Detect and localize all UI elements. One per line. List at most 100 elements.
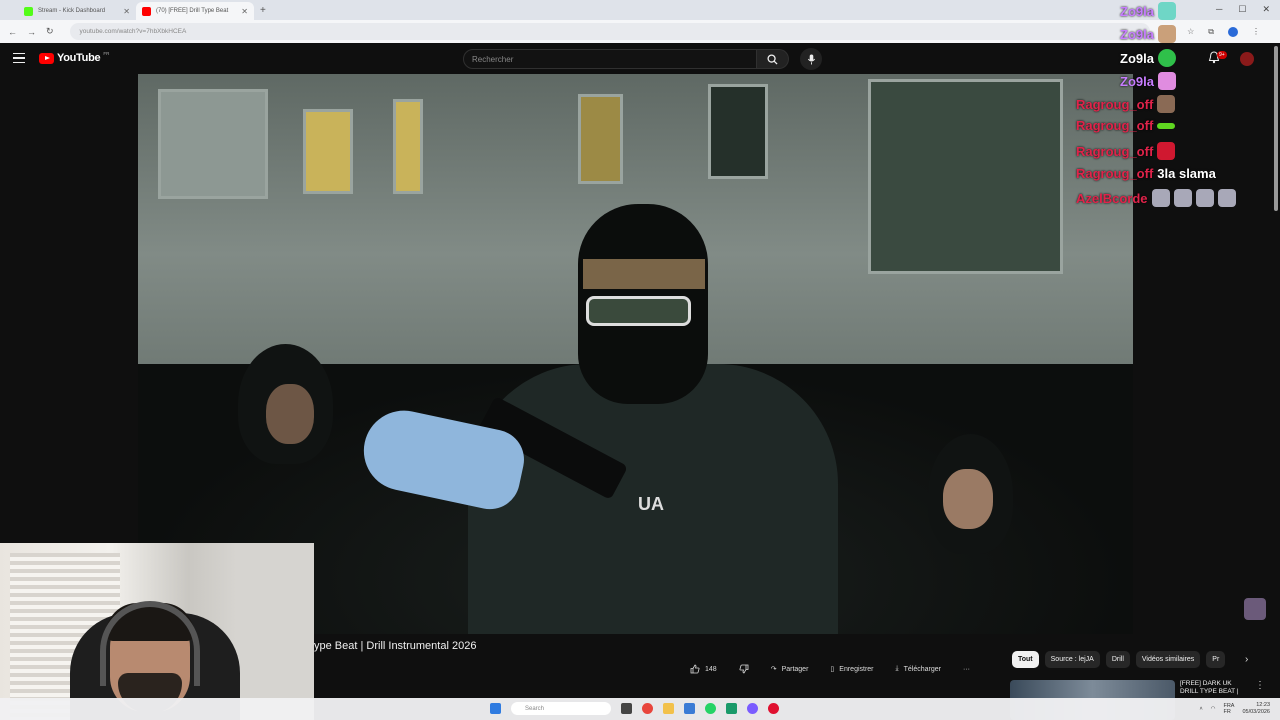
- chat-message: AzelBcorde: [1076, 189, 1236, 207]
- lang-indicator[interactable]: FRA FR: [1223, 703, 1234, 715]
- chip-all[interactable]: Tout: [1012, 651, 1039, 668]
- youtube-logo[interactable]: YouTube FR: [39, 51, 109, 64]
- new-tab-button[interactable]: +: [260, 5, 266, 16]
- store-icon[interactable]: [684, 703, 695, 714]
- chrome-icon[interactable]: [642, 703, 653, 714]
- share-icon: ↷: [770, 666, 777, 673]
- chat-emote-icon: [1157, 49, 1176, 67]
- menu-icon[interactable]: [13, 53, 25, 63]
- back-icon[interactable]: ←: [8, 27, 17, 37]
- system-tray: ˄ ◠ FRA FR 12:23 05/03/2026: [1199, 702, 1270, 716]
- recommended-video-menu-icon[interactable]: ⋮: [1255, 680, 1265, 691]
- whatsapp-icon[interactable]: [705, 703, 716, 714]
- download-label: Télécharger: [903, 665, 941, 673]
- scrollbar-thumb[interactable]: [1274, 46, 1278, 211]
- close-tab-icon[interactable]: ✕: [123, 7, 130, 16]
- notification-count-badge: 9+: [1217, 51, 1227, 59]
- clock[interactable]: 12:23 05/03/2026: [1242, 702, 1270, 716]
- app-green-icon[interactable]: [726, 703, 737, 714]
- video-window: [868, 79, 1063, 274]
- video-title: ype Beat | Drill Instrumental 2026: [314, 640, 477, 652]
- windows-start-icon[interactable]: [490, 703, 501, 714]
- webcam-overlay: [0, 543, 314, 720]
- recommended-video-title[interactable]: [FREE] DARK UK DRILL TYPE BEAT |: [1180, 680, 1250, 696]
- chat-message: Zo9la: [1120, 72, 1176, 90]
- thumbs-down-icon: [739, 664, 749, 674]
- chat-text: 3la slama: [1157, 166, 1216, 181]
- window-controls: ─ ☐ ✕: [1216, 4, 1270, 15]
- chat-username: Ragroug_off: [1076, 96, 1154, 112]
- browser-tab-youtube[interactable]: (70) [FREE] Drill Type Beat ✕: [136, 2, 254, 20]
- browser-toolbar-right: ☆ ⧉ ⋮: [1187, 26, 1260, 37]
- save-button[interactable]: ▯ Enregistrer: [830, 665, 873, 674]
- taskbar: Search ˄ ◠ FRA FR 12:23 05/03/2026: [0, 698, 1280, 720]
- video-window: [303, 109, 353, 194]
- chip-more[interactable]: Pr: [1206, 651, 1226, 668]
- share-button[interactable]: ↷ Partager: [770, 665, 809, 674]
- thumbs-up-icon: [690, 664, 700, 674]
- browser-menu-icon[interactable]: ⋮: [1252, 27, 1260, 37]
- share-label: Partager: [781, 665, 809, 673]
- more-icon: ···: [962, 665, 970, 673]
- chip-similar[interactable]: Vidéos similaires: [1135, 651, 1201, 668]
- download-button[interactable]: ⤓ Télécharger: [896, 665, 941, 673]
- search-input[interactable]: Rechercher: [463, 49, 757, 69]
- chat-username: AzelBcorde: [1076, 190, 1148, 206]
- voice-search-button[interactable]: [800, 48, 822, 70]
- chat-emote-icon: [1157, 72, 1176, 90]
- like-button[interactable]: 148: [690, 664, 717, 674]
- more-actions-button[interactable]: ···: [963, 666, 970, 673]
- chat-username: Zo9la: [1120, 50, 1154, 66]
- chip-source[interactable]: Source : lejJA: [1044, 651, 1100, 668]
- search-button[interactable]: [757, 49, 789, 69]
- chat-message: Zo9la: [1120, 49, 1176, 67]
- reload-icon[interactable]: ↻: [46, 26, 54, 37]
- maximize-button[interactable]: ☐: [1238, 4, 1246, 15]
- taskbar-search-label: Search: [525, 705, 545, 712]
- download-icon: ⤓: [895, 665, 899, 672]
- clock-time: 12:23: [1256, 702, 1270, 708]
- profile-avatar[interactable]: [1228, 26, 1238, 37]
- chevron-right-icon[interactable]: ›: [1245, 654, 1248, 665]
- chat-message: Zo9la: [1120, 2, 1176, 20]
- dislike-button[interactable]: [739, 664, 749, 674]
- chat-username: Zo9la: [1120, 26, 1154, 42]
- tab-title: (70) [FREE] Drill Type Beat: [156, 8, 229, 14]
- youtube-play-icon: [39, 52, 54, 64]
- bookmark-star-icon[interactable]: ☆: [1187, 27, 1194, 37]
- kick-favicon-icon: [24, 6, 33, 16]
- search-placeholder: Rechercher: [472, 54, 514, 64]
- browser-tab-kick[interactable]: Stream - Kick Dashboard ✕: [18, 2, 136, 20]
- close-tab-icon[interactable]: ✕: [241, 7, 248, 16]
- wifi-icon[interactable]: ◠: [1211, 706, 1216, 712]
- chat-message: Ragroug_off: [1076, 118, 1176, 133]
- taskbar-search[interactable]: Search: [511, 702, 611, 715]
- video-face: [266, 384, 314, 444]
- tray-chevron-icon[interactable]: ˄: [1199, 706, 1202, 712]
- video-actions: 148 ↷ Partager ▯ Enregistrer ⤓ Télécharg…: [690, 664, 970, 674]
- forward-icon[interactable]: →: [27, 27, 36, 37]
- chat-username: Ragroug_off: [1076, 143, 1154, 159]
- minimize-button[interactable]: ─: [1216, 4, 1222, 15]
- bookmark-icon: ▯: [830, 666, 835, 673]
- video-face: [943, 469, 993, 529]
- file-explorer-icon[interactable]: [663, 703, 674, 714]
- task-view-icon[interactable]: [621, 703, 632, 714]
- close-window-button[interactable]: ✕: [1262, 4, 1270, 15]
- video-window: [708, 84, 768, 179]
- chat-emote-icon: [1157, 2, 1176, 20]
- opera-icon[interactable]: [768, 703, 779, 714]
- chat-username: Ragroug_off: [1076, 118, 1154, 133]
- account-avatar[interactable]: [1240, 52, 1254, 66]
- address-bar-row: ← → ↻ youtube.com/watch?v=7hbXbkHCEA ☆ ⧉…: [0, 20, 1280, 43]
- chat-emote-icon: [1157, 95, 1176, 113]
- chip-drill[interactable]: Drill: [1105, 651, 1130, 668]
- chat-username: Ragroug_off: [1076, 166, 1154, 181]
- chat-emote-icon: [1217, 189, 1236, 207]
- url-field[interactable]: youtube.com/watch?v=7hbXbkHCEA: [69, 23, 1150, 40]
- extensions-icon[interactable]: ⧉: [1208, 27, 1214, 37]
- video-window: [578, 94, 623, 184]
- chat-message: Zo9la: [1120, 25, 1176, 43]
- messenger-icon[interactable]: [747, 703, 758, 714]
- chat-username: Zo9la: [1120, 73, 1154, 89]
